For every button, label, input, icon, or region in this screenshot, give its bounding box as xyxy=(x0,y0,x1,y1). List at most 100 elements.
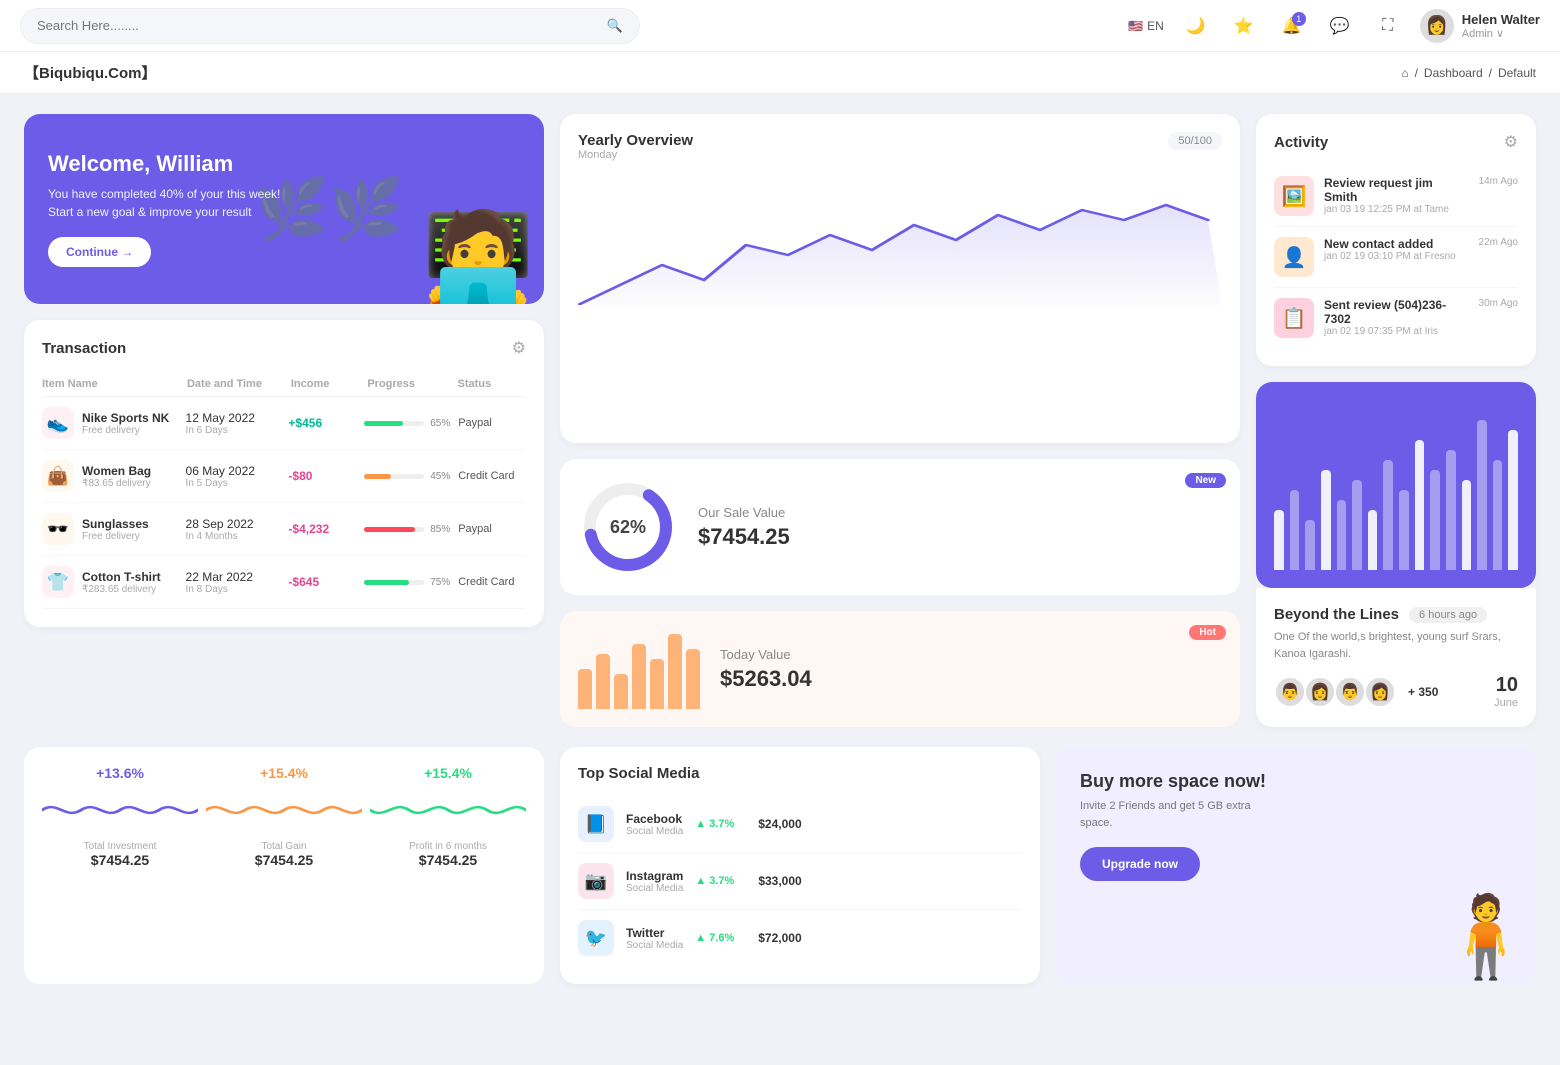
expand-icon[interactable]: ⛶ xyxy=(1372,10,1404,42)
lang-label: EN xyxy=(1147,19,1164,33)
income-value: -$80 xyxy=(288,469,356,483)
user-profile[interactable]: 👩 Helen Walter Admin ∨ xyxy=(1420,9,1540,43)
activity-thumb: 📋 xyxy=(1274,298,1314,338)
today-bar xyxy=(686,649,700,709)
yearly-title: Yearly Overview xyxy=(578,132,693,149)
activity-settings-icon[interactable]: ⚙ xyxy=(1504,132,1518,152)
beyond-time: 6 hours ago xyxy=(1409,607,1487,623)
status-text: Credit Card xyxy=(458,576,526,588)
social-type: Social Media xyxy=(626,826,683,837)
purple-bar xyxy=(1477,420,1487,570)
item-details: Cotton T-shirt ₹283.65 delivery xyxy=(82,570,161,595)
stat-item: +13.6% Total Investment $7454.25 xyxy=(42,765,198,868)
progress-bar xyxy=(364,474,424,479)
col-date: Date and Time xyxy=(187,378,283,390)
darkmode-toggle[interactable]: 🌙 xyxy=(1180,10,1212,42)
table-header: Item Name Date and Time Income Progress … xyxy=(42,372,526,397)
activity-item-sub: jan 02 19 07:35 PM at Iris xyxy=(1324,326,1469,337)
language-selector[interactable]: 🇺🇸 EN xyxy=(1128,19,1164,33)
chat-icon[interactable]: 💬 xyxy=(1324,10,1356,42)
yearly-header: Yearly Overview Monday 50/100 xyxy=(578,132,1222,161)
home-icon[interactable]: ⌂ xyxy=(1401,66,1408,80)
main-grid: 🌿🌿 Welcome, William You have completed 4… xyxy=(0,94,1560,747)
social-icon: 📷 xyxy=(578,863,614,899)
progress-pct: 85% xyxy=(430,524,450,535)
growth-pct: 7.6% xyxy=(709,932,734,944)
item-cell: 🕶️ Sunglasses Free delivery xyxy=(42,513,178,545)
yearly-overview-card: Yearly Overview Monday 50/100 xyxy=(560,114,1240,443)
item-name: Cotton T-shirt xyxy=(82,570,161,584)
stat-pct: +13.6% xyxy=(96,765,144,781)
activity-time: 22m Ago xyxy=(1479,237,1518,248)
donut-label: 62% xyxy=(610,517,646,538)
today-bar xyxy=(632,644,646,709)
today-bar xyxy=(614,674,628,709)
user-role: Admin ∨ xyxy=(1462,27,1540,40)
hot-badge: Hot xyxy=(1189,625,1226,640)
social-name: Twitter xyxy=(626,926,683,940)
search-bar[interactable]: 🔍 xyxy=(20,8,640,44)
stat-item: +15.4% Total Gain $7454.25 xyxy=(206,765,362,868)
buy-desc: Invite 2 Friends and get 5 GB extra spac… xyxy=(1080,798,1260,831)
item-name: Sunglasses xyxy=(82,517,149,531)
progress-bar xyxy=(364,527,424,532)
item-icon: 👕 xyxy=(42,566,74,598)
purple-bar xyxy=(1368,510,1378,570)
avatar-3: 👨 xyxy=(1334,676,1366,708)
sale-value-card: 62% Our Sale Value $7454.25 New xyxy=(560,459,1240,595)
stat-wave-chart xyxy=(206,785,362,835)
upgrade-button[interactable]: Upgrade now xyxy=(1080,847,1200,881)
search-icon: 🔍 xyxy=(607,18,623,34)
activity-item-sub: jan 02 19 03:10 PM at Fresno xyxy=(1324,251,1469,262)
buy-space-card: Buy more space now! Invite 2 Friends and… xyxy=(1056,747,1536,984)
avatar: 👩 xyxy=(1420,9,1454,43)
today-info: Today Value $5263.04 xyxy=(720,647,1222,692)
new-badge: New xyxy=(1185,473,1226,488)
top-nav: 🔍 🇺🇸 EN 🌙 ⭐ 🔔 1 💬 ⛶ 👩 Helen Walter Admin… xyxy=(0,0,1560,52)
transaction-settings-icon[interactable]: ⚙ xyxy=(512,338,526,358)
purple-bar xyxy=(1290,490,1300,570)
notification-bell[interactable]: 🔔 1 xyxy=(1276,10,1308,42)
date-cell: 28 Sep 2022 In 4 Months xyxy=(186,517,281,542)
social-details: Twitter Social Media xyxy=(626,926,683,951)
today-bar xyxy=(596,654,610,709)
sep1: / xyxy=(1415,66,1418,80)
social-name: Facebook xyxy=(626,812,683,826)
search-input[interactable] xyxy=(37,18,599,33)
nav-right: 🇺🇸 EN 🌙 ⭐ 🔔 1 💬 ⛶ 👩 Helen Walter Admin ∨ xyxy=(1128,9,1540,43)
table-row: 🕶️ Sunglasses Free delivery 28 Sep 2022 … xyxy=(42,503,526,556)
progress-cell: 45% xyxy=(364,471,450,482)
yearly-chart xyxy=(578,165,1222,305)
buy-title: Buy more space now! xyxy=(1080,771,1512,792)
date-main: 06 May 2022 xyxy=(186,464,281,478)
breadcrumb-dashboard[interactable]: Dashboard xyxy=(1424,66,1483,80)
purple-bar xyxy=(1383,460,1393,570)
item-details: Women Bag ₹83.65 delivery xyxy=(82,464,151,489)
item-name: Women Bag xyxy=(82,464,151,478)
stat-value: $7454.25 xyxy=(255,852,313,868)
buy-illustration: 🧍 xyxy=(1436,890,1536,984)
bottom-row: +13.6% Total Investment $7454.25 +15.4% … xyxy=(0,747,1560,1008)
activity-items: 🖼️ Review request jim Smith jan 03 19 12… xyxy=(1274,166,1518,348)
stat-value: $7454.25 xyxy=(419,852,477,868)
avatar-4: 👩 xyxy=(1364,676,1396,708)
progress-fill xyxy=(364,474,391,479)
status-text: Paypal xyxy=(458,417,526,429)
date-cell: 22 Mar 2022 In 8 Days xyxy=(186,570,281,595)
yearly-day: Monday xyxy=(578,149,693,161)
breadcrumb-default[interactable]: Default xyxy=(1498,66,1536,80)
date-sub: In 4 Months xyxy=(186,531,281,542)
date-main: 22 Mar 2022 xyxy=(186,570,281,584)
purple-bars xyxy=(1274,410,1518,570)
date-sub: In 6 Days xyxy=(186,425,281,436)
item-icon: 🕶️ xyxy=(42,513,74,545)
continue-button[interactable]: Continue → xyxy=(48,237,151,267)
income-value: -$645 xyxy=(288,575,356,589)
purple-bar xyxy=(1305,520,1315,570)
purple-bar xyxy=(1321,470,1331,570)
stat-wave-chart xyxy=(370,785,526,835)
col-mid: Yearly Overview Monday 50/100 xyxy=(560,114,1240,727)
activity-header: Activity ⚙ xyxy=(1274,132,1518,152)
star-icon[interactable]: ⭐ xyxy=(1228,10,1260,42)
purple-bar xyxy=(1337,500,1347,570)
